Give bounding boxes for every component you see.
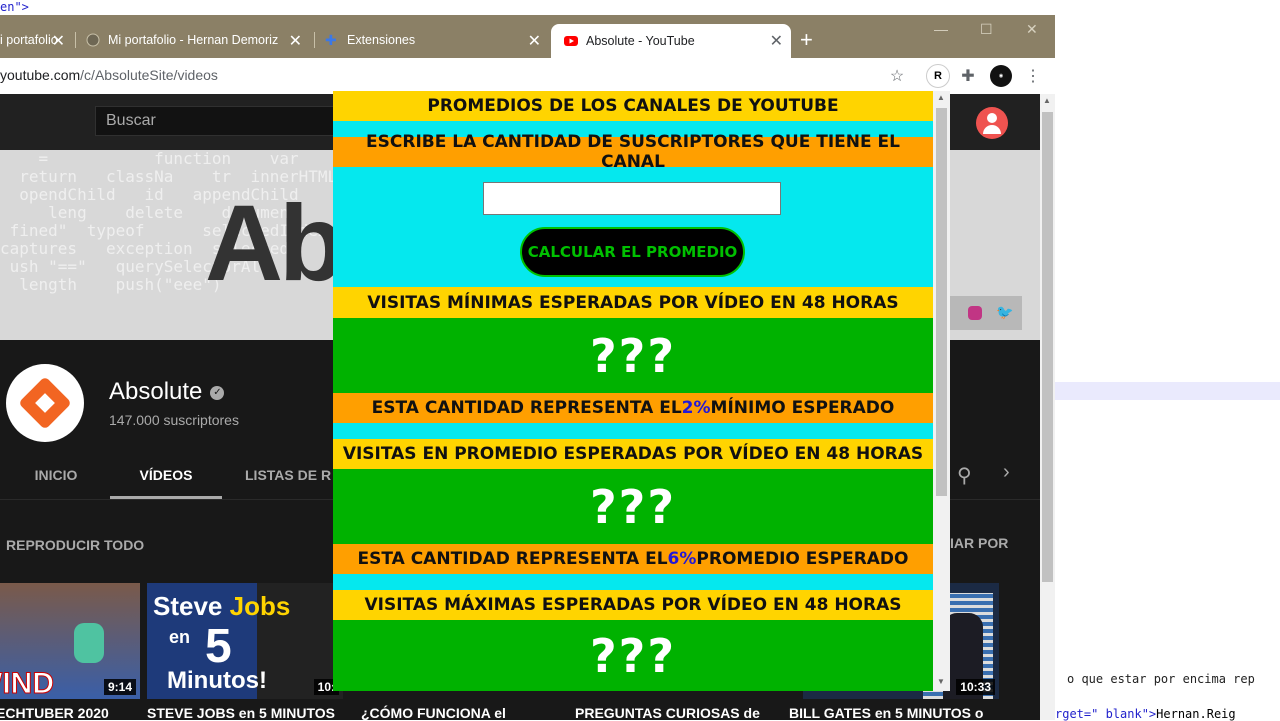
instagram-icon[interactable] [968,306,982,320]
close-icon[interactable]: ✕ [289,31,302,51]
user-avatar-icon[interactable] [976,107,1008,139]
new-tab-button[interactable]: + [800,27,813,53]
verified-check-icon: ✓ [210,385,225,400]
min-percent-note: ESTA CANTIDAD REPRESENTA EL 2% MÍNIMO ES… [333,393,933,423]
tab-title: Mi portafolio - Hernan Demorizi [108,33,278,47]
close-icon[interactable]: ✕ [52,31,65,51]
tab-portafolio-2[interactable]: Mi portafolio - Hernan Demorizi ✕ [86,24,310,56]
page-scrollbar[interactable]: ▲ [1040,94,1055,720]
max-views-label: VISITAS MÁXIMAS ESPERADAS POR VÍDEO EN 4… [333,590,933,620]
editor-line: o que estar por encima rep [1067,672,1255,686]
address-toolbar: youtube.com/c/AbsoluteSite/videos ☆ R ✚ … [0,58,1055,94]
video-thumbnail[interactable]: Steve Jobs en 5 Minutos! 10: [147,583,343,699]
avg-percent-note: ESTA CANTIDAD REPRESENTA EL 6% PROMEDIO … [333,544,933,574]
banner-logo-text: Ab [205,182,345,303]
video-title[interactable]: ¿CÓMO FUNCIONA el algoritmo de YOUTUBE? … [361,706,561,721]
thumbnail-text: Minutos! [167,667,267,694]
tab-videos[interactable]: VÍDEOS [110,451,222,499]
close-window-button[interactable]: ✕ [1026,21,1038,38]
maximize-button[interactable]: ☐ [980,21,993,38]
search-icon[interactable]: ⚲ [957,463,972,488]
thumbnail-text: Steve Jobs [153,591,291,621]
code-editor-background: o que estar por encima rep rget=" blank"… [1055,0,1280,721]
avg-views-value: ??? [333,469,933,544]
sort-by-button[interactable]: IAR POR [950,535,1008,551]
puzzle-icon: ✚ [325,32,337,48]
tab-extensiones[interactable]: ✚ Extensiones ✕ [325,24,549,56]
channel-name: Absolute ✓ [109,378,225,406]
thumbnail-text: EWIND [0,667,55,700]
video-thumbnail[interactable]: EWIND 9:14 [0,583,140,699]
video-title[interactable]: BILL GATES en 5 MINUTOS o más! [789,706,989,721]
profile-avatar[interactable]: ◉ [990,65,1012,87]
search-input[interactable]: Buscar [95,106,345,136]
popup-title: PROMEDIOS DE LOS CANALES DE YOUTUBE [333,91,933,121]
globe-icon [86,33,100,47]
twitter-icon[interactable]: 🐦 [996,304,1013,321]
play-all-button[interactable]: REPRODUCIR TODO [6,537,144,553]
chevron-right-icon[interactable]: › [1003,461,1010,484]
extension-r-icon[interactable]: R [926,64,950,88]
channel-avatar[interactable] [6,364,84,442]
minimize-button[interactable]: — [934,21,948,37]
close-icon[interactable]: ✕ [528,31,541,51]
social-links: 🐦 [948,296,1022,330]
popup-scrollbar[interactable]: ▲ ▼ [933,91,950,691]
tab-title: Extensiones [347,33,416,47]
max-views-value: ??? [333,620,933,691]
subscriber-count: 147.000 suscriptores [109,412,239,428]
min-views-label: VISITAS MÍNIMAS ESPERADAS POR VÍDEO EN 4… [333,287,933,318]
tab-inicio[interactable]: INICIO [20,451,92,499]
subscriber-count-input[interactable] [483,182,781,215]
calculate-button[interactable]: CALCULAR EL PROMEDIO [520,227,745,277]
tab-title: Absolute - YouTube [586,34,695,48]
min-views-value: ??? [333,318,933,393]
menu-kebab-icon[interactable]: ⋮ [1023,66,1043,86]
tab-absolute-youtube[interactable]: Absolute - YouTube ✕ [551,24,791,58]
tab-title: i portafolio [0,33,58,47]
thumbnail-text: en [169,627,191,647]
editor-line: rget=" blank">Hernan.Reig [1055,707,1236,721]
subscriber-prompt: ESCRIBE LA CANTIDAD DE SUSCRIPTORES QUE … [333,132,933,172]
bookmark-star-icon[interactable]: ☆ [887,66,907,86]
video-duration: 9:14 [103,679,136,695]
close-icon[interactable]: ✕ [770,31,783,51]
video-duration: 10:33 [956,679,995,695]
extensions-puzzle-icon[interactable]: ✚ [958,66,978,86]
video-title[interactable]: PREGUNTAS CURIOSAS de la TECNOLOGÍA en 8… [575,706,775,721]
tab-listas[interactable]: LISTAS DE R [245,451,335,499]
avg-views-label: VISITAS EN PROMEDIO ESPERADAS POR VÍDEO … [333,439,933,469]
video-title[interactable]: STEVE JOBS en 5 MINUTOS o más! [147,706,347,721]
thumbnail-text: 5 [205,620,232,673]
tab-portafolio-1[interactable]: i portafolio ✕ [0,24,73,56]
editor-highlight-line [1055,382,1280,400]
youtube-icon [564,36,578,46]
address-bar[interactable]: youtube.com/c/AbsoluteSite/videos [0,67,218,83]
extension-popup: PROMEDIOS DE LOS CANALES DE YOUTUBE ESCR… [333,91,933,691]
